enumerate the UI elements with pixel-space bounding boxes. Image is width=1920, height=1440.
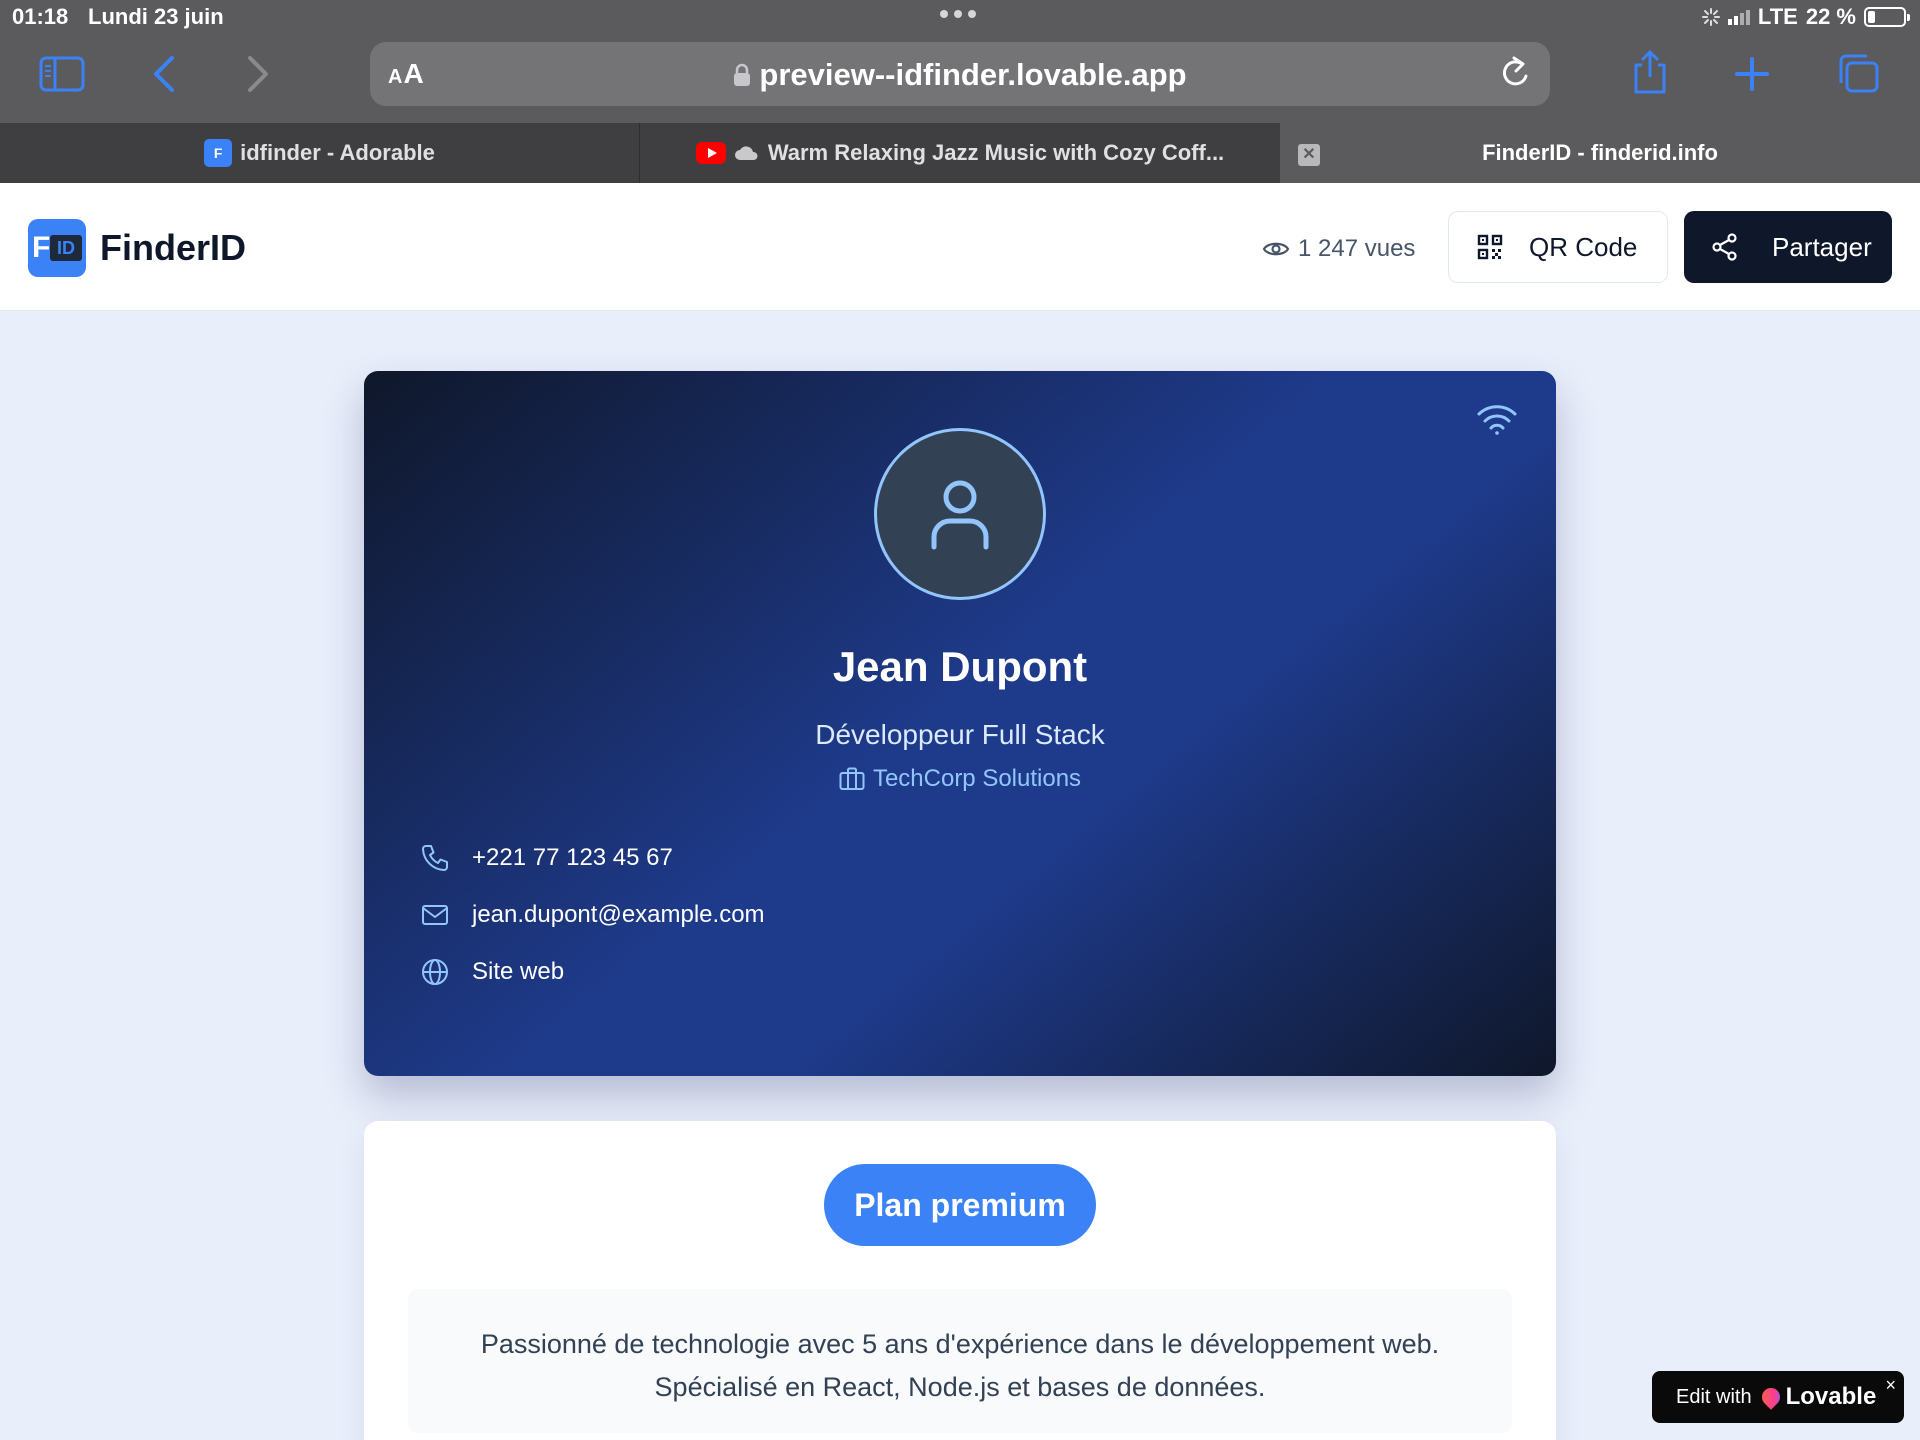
url-text[interactable]: preview--idfinder.lovable.app bbox=[370, 57, 1550, 93]
bio-box: Passionné de technologie avec 5 ans d'ex… bbox=[408, 1289, 1512, 1433]
share-icon bbox=[1712, 233, 1737, 261]
view-count: 1 247 vues bbox=[1262, 235, 1415, 263]
share-sheet-icon[interactable] bbox=[1624, 46, 1676, 98]
status-time: 01:18 bbox=[12, 4, 69, 29]
back-icon[interactable] bbox=[138, 48, 190, 100]
fd-icon: F bbox=[204, 139, 233, 167]
plan-premium-button[interactable]: Plan premium bbox=[824, 1164, 1096, 1246]
profile-role: Développeur Full Stack bbox=[815, 719, 1105, 750]
tabs-overview-icon[interactable] bbox=[1832, 48, 1884, 100]
browser-chrome: 01:18 Lundi 23 juin LTE 22 % AA preview-… bbox=[0, 0, 1920, 183]
nfc-wifi-icon bbox=[1477, 405, 1517, 435]
eye-icon bbox=[1262, 242, 1290, 256]
contact-website[interactable]: Site web bbox=[420, 957, 564, 987]
user-icon bbox=[931, 480, 989, 550]
loading-spinner-icon bbox=[1701, 8, 1720, 26]
cloud-icon bbox=[734, 146, 758, 160]
qr-code-icon bbox=[1477, 234, 1503, 260]
premium-section: Plan premium Passionné de technologie av… bbox=[364, 1121, 1556, 1440]
app-header: F ID FinderID 1 247 vues QR Code Partage… bbox=[0, 183, 1920, 311]
address-bar[interactable]: AA preview--idfinder.lovable.app bbox=[370, 42, 1550, 106]
sidebar-toggle-icon[interactable] bbox=[36, 48, 88, 100]
youtube-icon bbox=[695, 142, 726, 164]
avatar[interactable] bbox=[874, 428, 1046, 600]
forward-icon[interactable] bbox=[232, 48, 284, 100]
contact-phone[interactable]: +221 77 123 45 67 bbox=[420, 843, 673, 873]
battery-icon bbox=[1864, 7, 1910, 27]
share-button[interactable]: Partager bbox=[1684, 211, 1892, 283]
tab-finderid[interactable]: ✕ FinderID - finderid.info bbox=[1280, 123, 1920, 183]
close-tab-icon[interactable]: ✕ bbox=[1298, 144, 1320, 166]
status-bar: 01:18 Lundi 23 juin LTE 22 % bbox=[0, 0, 1920, 36]
bio-text: Passionné de technologie avec 5 ans d'ex… bbox=[480, 1329, 1440, 1402]
tab-bar: F idfinder - Adorable Warm Relaxing Jazz… bbox=[0, 123, 1920, 183]
globe-icon bbox=[422, 959, 448, 985]
tab-jazz-music[interactable]: Warm Relaxing Jazz Music with Cozy Coff.… bbox=[640, 123, 1280, 183]
close-badge-icon[interactable]: × bbox=[1885, 1375, 1896, 1396]
briefcase-icon bbox=[839, 767, 865, 790]
brand-name[interactable]: FinderID bbox=[100, 227, 246, 269]
mail-icon bbox=[422, 905, 448, 925]
multitasking-dots-icon[interactable] bbox=[940, 10, 976, 18]
profile-company: TechCorp Solutions bbox=[364, 765, 1556, 793]
edit-with-lovable-badge[interactable]: Edit with Lovable × bbox=[1652, 1371, 1904, 1423]
qr-code-button[interactable]: QR Code bbox=[1448, 211, 1668, 283]
contact-email[interactable]: jean.dupont@example.com bbox=[420, 900, 765, 930]
new-tab-icon[interactable] bbox=[1726, 48, 1778, 100]
tab-idfinder[interactable]: F idfinder - Adorable bbox=[0, 123, 640, 183]
lock-icon bbox=[734, 63, 751, 86]
finderid-logo[interactable]: F ID bbox=[28, 219, 86, 277]
battery-label: 22 % bbox=[1805, 4, 1856, 29]
phone-icon bbox=[422, 845, 448, 871]
status-date: Lundi 23 juin bbox=[88, 4, 224, 29]
profile-card: Jean Dupont Développeur Full Stack TechC… bbox=[364, 371, 1556, 1076]
profile-name: Jean Dupont bbox=[832, 643, 1088, 690]
reload-icon[interactable] bbox=[1498, 56, 1532, 92]
signal-icon bbox=[1727, 9, 1750, 25]
network-label: LTE bbox=[1757, 4, 1798, 29]
status-indicators: LTE 22 % bbox=[1701, 4, 1910, 30]
lovable-heart-icon bbox=[1757, 1384, 1784, 1410]
